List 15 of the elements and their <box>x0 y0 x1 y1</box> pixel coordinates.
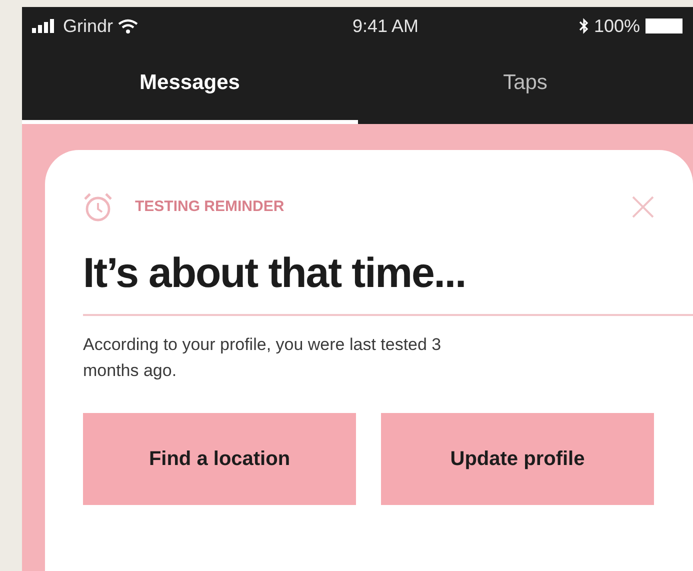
status-time: 9:41 AM <box>351 14 420 38</box>
battery-icon <box>645 18 683 34</box>
reminder-title: It’s about that time... <box>83 252 467 294</box>
action-button[interactable]: Update profile <box>381 413 654 505</box>
reminder-label: TESTING REMINDER <box>135 196 286 217</box>
bluetooth-icon <box>578 18 589 34</box>
action-button[interactable]: Find a location <box>83 413 356 505</box>
wifi-icon <box>118 18 138 34</box>
close-icon <box>631 195 655 219</box>
battery-percentage: 100% <box>594 14 640 38</box>
tab[interactable]: Messages <box>22 45 358 124</box>
carrier-name: Grindr <box>63 14 114 38</box>
reminder-message: According to your profile, you were last tested 3 months ago. <box>83 334 442 382</box>
alarm-clock-icon <box>83 192 113 222</box>
tab[interactable]: Taps <box>358 45 693 124</box>
